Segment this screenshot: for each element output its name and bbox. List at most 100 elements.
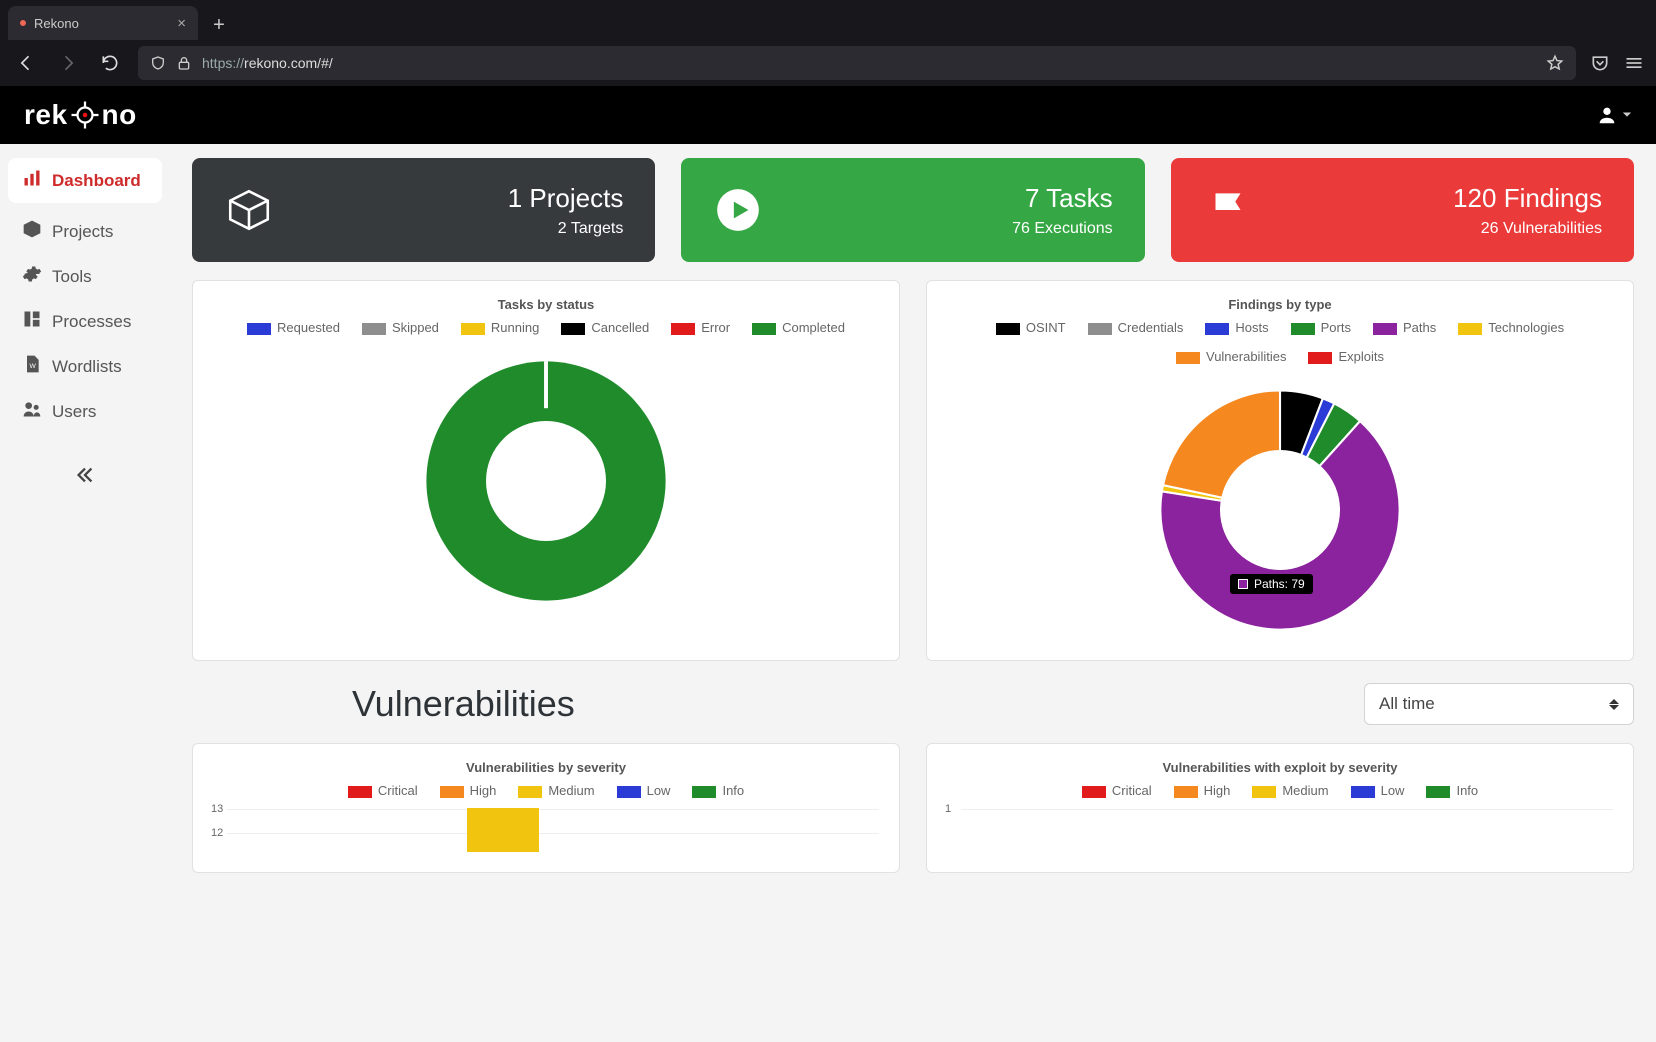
donut-chart-tasks [416,351,676,611]
stat-primary: 1 Projects [508,183,624,214]
stat-cards: 1 Projects 2 Targets 7 Tasks 76 Executio… [192,158,1634,262]
legend-item[interactable]: Info [1426,783,1478,798]
chart-legend: Requested Skipped Running Cancelled Error Com… [247,320,845,335]
sidebar-item-label: Processes [52,312,131,332]
logo[interactable]: rek no [24,99,137,131]
legend-item[interactable]: Completed [752,320,845,335]
logo-text-post: no [102,99,137,131]
legend-item[interactable]: Skipped [362,320,439,335]
user-menu[interactable] [1596,104,1632,126]
panel-title: Findings by type [1228,297,1331,312]
tab-favicon [20,20,26,26]
users-icon [22,399,42,424]
shield-icon [150,55,166,71]
sidebar-item-label: Dashboard [52,171,141,191]
new-tab-button[interactable]: + [204,10,234,40]
close-icon[interactable]: × [177,15,186,32]
bar-chart-exploit: 1 [961,808,1613,852]
legend-item[interactable]: Low [617,783,671,798]
panel-tasks-by-status: Tasks by status Requested Skipped Running C… [192,280,900,661]
legend-item[interactable]: Low [1351,783,1405,798]
legend-item[interactable]: Ports [1291,320,1351,335]
legend-item[interactable]: Medium [518,783,594,798]
legend-item[interactable]: Cancelled [561,320,649,335]
sidebar-item-tools[interactable]: Tools [8,254,162,299]
legend-color-icon [247,323,271,335]
chevron-down-icon [1622,110,1632,120]
pocket-icon[interactable] [1590,53,1610,73]
legend-color-icon [561,323,585,335]
stat-card-projects[interactable]: 1 Projects 2 Targets [192,158,655,262]
panel-findings-by-type: Findings by type OSINT Credentials Hosts Po… [926,280,1634,661]
stat-card-tasks[interactable]: 7 Tasks 76 Executions [681,158,1144,262]
legend-item[interactable]: Info [692,783,744,798]
sidebar-item-wordlists[interactable]: WWordlists [8,344,162,389]
content: 1 Projects 2 Targets 7 Tasks 76 Executio… [170,144,1656,1042]
legend-item[interactable]: High [1174,783,1231,798]
time-filter-select[interactable]: All time [1364,683,1634,725]
legend-color-icon [1088,323,1112,335]
reload-button[interactable] [96,49,124,77]
back-button[interactable] [12,49,40,77]
sidebar-item-processes[interactable]: Processes [8,299,162,344]
sidebar-collapse-button[interactable] [8,464,162,492]
legend-color-icon [752,323,776,335]
stat-secondary: 2 Targets [508,220,624,238]
legend-item[interactable]: Critical [348,783,418,798]
app-header: rek no [0,86,1656,144]
legend-color-icon [617,786,641,798]
legend-color-icon [692,786,716,798]
file-icon: W [22,354,42,379]
legend-item[interactable]: Hosts [1205,320,1268,335]
tooltip-color-icon [1238,579,1248,589]
flag-icon [1203,185,1253,235]
legend-color-icon [1082,786,1106,798]
legend-item[interactable]: OSINT [996,320,1066,335]
legend-item[interactable]: Credentials [1088,320,1184,335]
tab-title: Rekono [34,16,79,31]
vulnerabilities-header: Vulnerabilities All time [192,683,1634,725]
browser-tab[interactable]: Rekono × [8,6,198,40]
legend-item[interactable]: Technologies [1458,320,1564,335]
legend-color-icon [1308,352,1332,364]
legend-item[interactable]: Paths [1373,320,1436,335]
panel-title: Tasks by status [498,297,595,312]
address-bar[interactable]: https://rekono.com/#/ [138,46,1576,80]
hamburger-icon[interactable] [1624,53,1644,73]
legend-item[interactable]: Exploits [1308,349,1384,364]
legend-color-icon [518,786,542,798]
grid-icon [22,309,42,334]
tooltip-text: Paths: 79 [1254,577,1305,591]
star-icon[interactable] [1546,54,1564,72]
cube-icon [22,219,42,244]
sidebar-item-users[interactable]: Users [8,389,162,434]
legend-color-icon [1205,323,1229,335]
legend-item[interactable]: Running [461,320,539,335]
sidebar-item-dashboard[interactable]: Dashboard [8,158,162,203]
stat-secondary: 26 Vulnerabilities [1453,220,1602,238]
select-caret-icon [1609,699,1619,710]
tab-strip: Rekono × + [0,0,1656,40]
toolbar: https://rekono.com/#/ [0,40,1656,86]
legend-color-icon [1252,786,1276,798]
url-text: https://rekono.com/#/ [202,55,333,71]
legend-item[interactable]: Critical [1082,783,1152,798]
stat-card-findings[interactable]: 120 Findings 26 Vulnerabilities [1171,158,1634,262]
logo-text-pre: rek [24,99,68,131]
sidebar-item-projects[interactable]: Projects [8,209,162,254]
forward-button[interactable] [54,49,82,77]
bar-medium [467,808,539,852]
stat-primary: 120 Findings [1453,183,1602,214]
bar-chart-severity: 13 12 [227,808,879,852]
target-icon [70,100,100,130]
legend-item[interactable]: Error [671,320,730,335]
legend-item[interactable]: Vulnerabilities [1176,349,1286,364]
legend-item[interactable]: Medium [1252,783,1328,798]
legend-item[interactable]: Requested [247,320,340,335]
legend-color-icon [348,786,372,798]
legend-color-icon [1351,786,1375,798]
stat-secondary: 76 Executions [1012,220,1113,238]
bar-chart-icon [22,168,42,193]
legend-item[interactable]: High [440,783,497,798]
gear-icon [22,264,42,289]
